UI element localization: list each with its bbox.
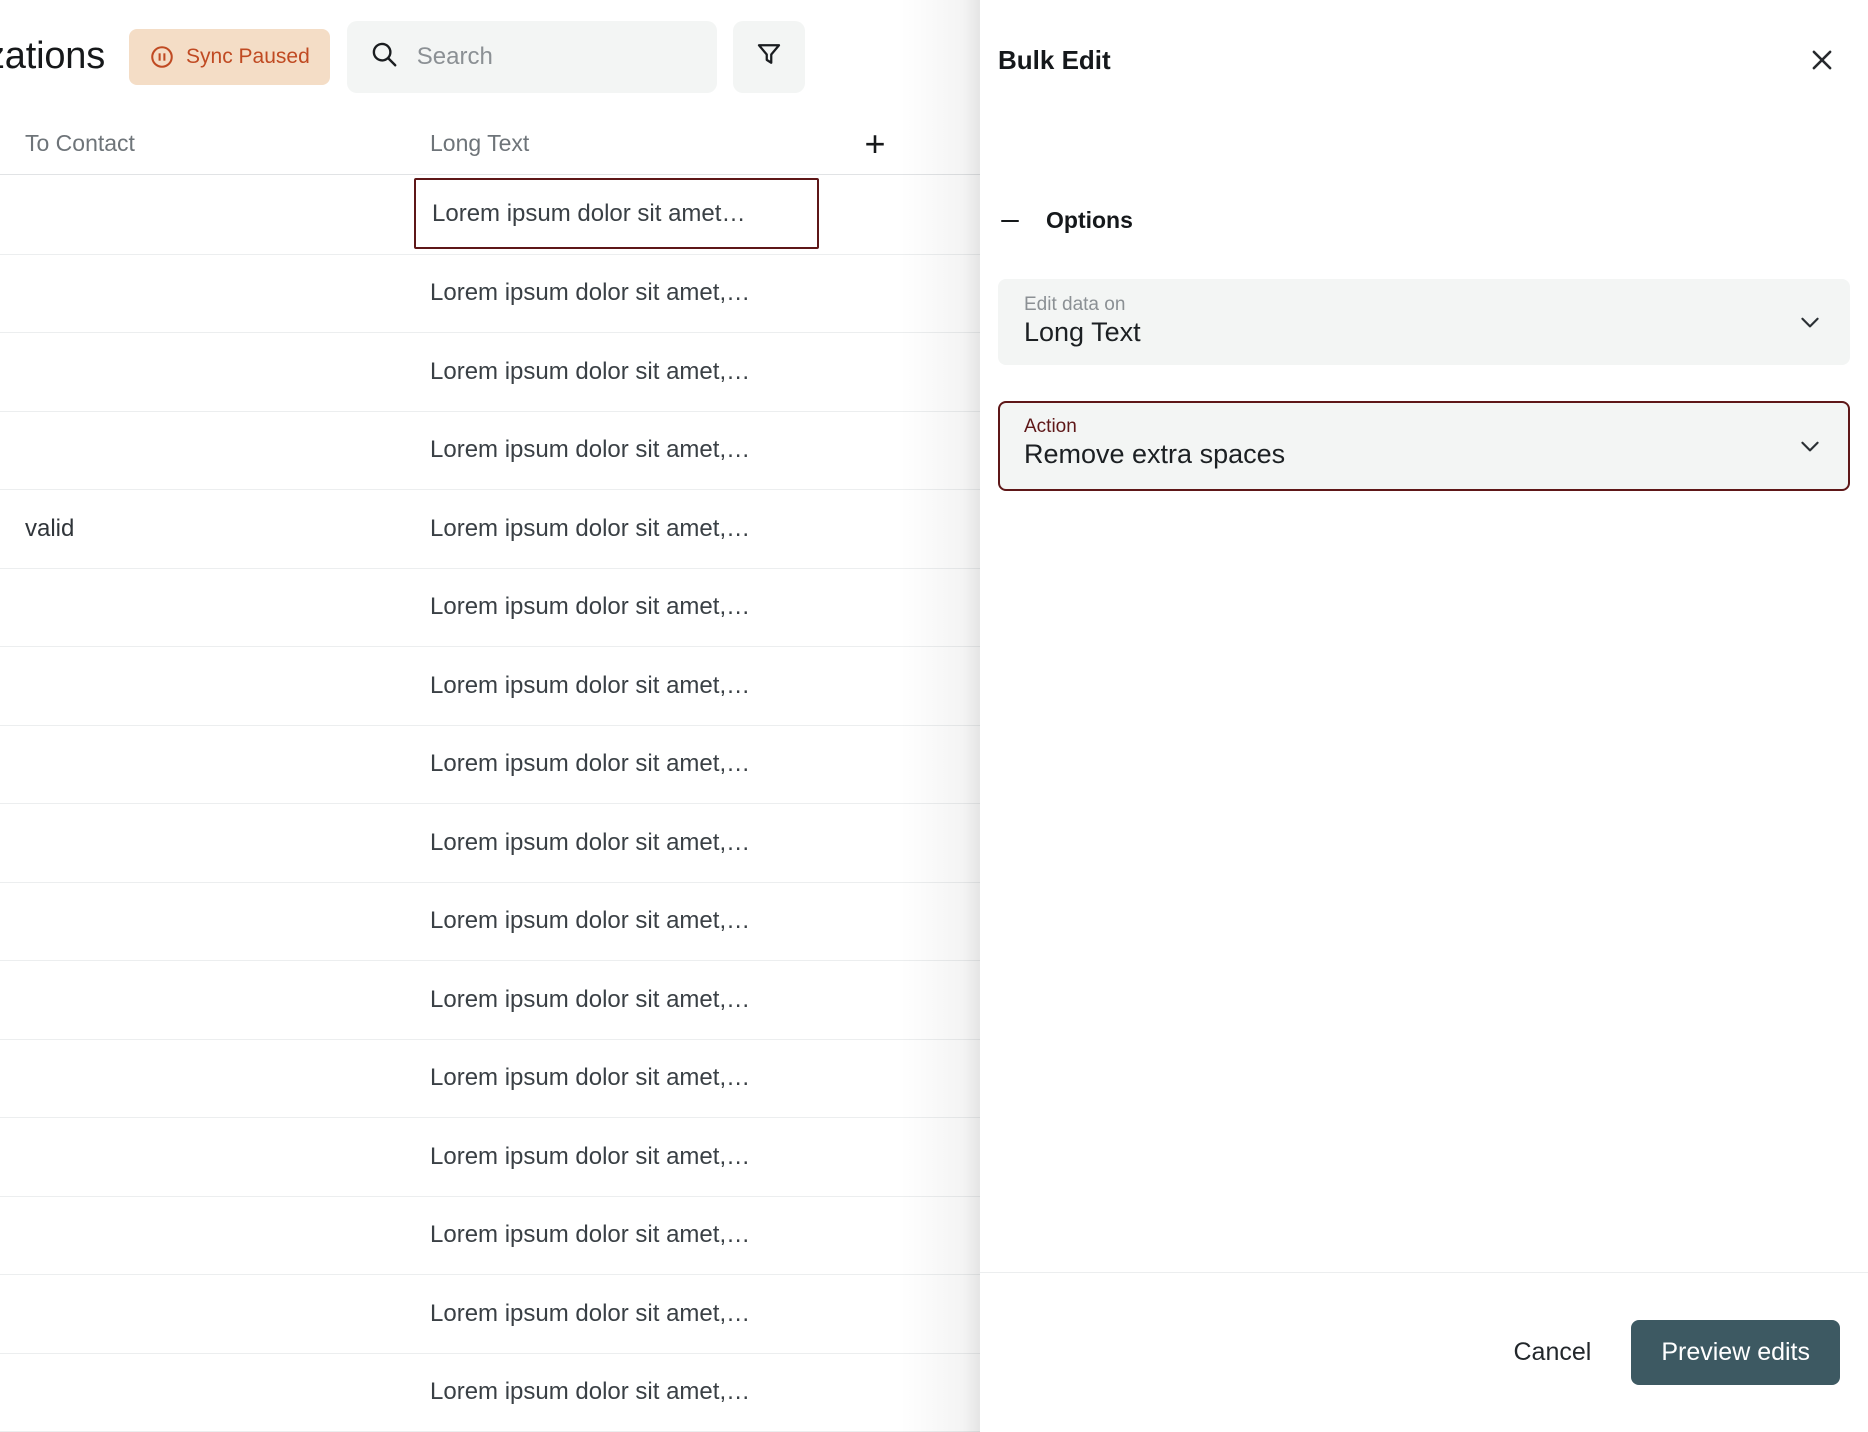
filter-button[interactable] — [732, 20, 805, 93]
cell-long-text[interactable]: Lorem ipsum dolor sit amet,… — [430, 593, 835, 621]
table-row[interactable]: Lorem ipsum dolor sit amet,… — [0, 333, 980, 412]
close-button[interactable] — [1800, 40, 1844, 84]
cancel-button[interactable]: Cancel — [1492, 1324, 1614, 1381]
cell-long-text[interactable]: Lorem ipsum dolor sit amet,… — [430, 279, 835, 307]
table-row[interactable]: Lorem ipsum dolor sit amet… — [0, 176, 980, 255]
action-label: Action — [1024, 416, 1077, 437]
close-icon — [1807, 45, 1837, 80]
minus-icon — [998, 209, 1022, 233]
options-section-header[interactable]: Options — [998, 207, 1133, 234]
drawer-footer: Cancel Preview edits — [980, 1272, 1868, 1432]
toolbar: zations Sync Paused — [0, 0, 980, 113]
table-rows: Lorem ipsum dolor sit amet… Lorem ipsum d… — [0, 176, 980, 1432]
action-value: Remove extra spaces — [1024, 439, 1286, 469]
cell-long-text[interactable]: Lorem ipsum dolor sit amet,… — [430, 986, 835, 1014]
sync-status-label: Sync Paused — [186, 44, 310, 68]
bulk-edit-drawer: Bulk Edit Options Edit data on Long Text… — [980, 0, 1868, 1432]
table-row[interactable]: valid Lorem ipsum dolor sit amet,… — [0, 490, 980, 569]
filter-funnel-icon — [754, 39, 784, 74]
table-row[interactable]: Lorem ipsum dolor sit amet,… — [0, 568, 980, 647]
cell-long-text-selected[interactable]: Lorem ipsum dolor sit amet… — [414, 178, 819, 249]
cell-long-text[interactable]: Lorem ipsum dolor sit amet,… — [430, 1064, 835, 1092]
cell-long-text[interactable]: Lorem ipsum dolor sit amet,… — [430, 358, 835, 386]
cell-long-text[interactable]: Lorem ipsum dolor sit amet,… — [430, 1378, 835, 1406]
options-label: Options — [1046, 207, 1133, 233]
cell-long-text[interactable]: Lorem ipsum dolor sit amet,… — [430, 1221, 835, 1249]
table-row[interactable]: Lorem ipsum dolor sit amet,… — [0, 411, 980, 490]
table-row[interactable]: Lorem ipsum dolor sit amet,… — [0, 882, 980, 961]
cell-long-text[interactable]: Lorem ipsum dolor sit amet,… — [430, 907, 835, 935]
chevron-down-icon — [1796, 432, 1824, 460]
chevron-down-icon — [1796, 308, 1824, 336]
table-row[interactable]: Lorem ipsum dolor sit amet,… — [0, 1275, 980, 1354]
page-title: zations — [0, 35, 106, 77]
drawer-title: Bulk Edit — [998, 45, 1111, 75]
pause-circle-icon — [149, 44, 175, 70]
table-row[interactable]: Lorem ipsum dolor sit amet,… — [0, 804, 980, 883]
drawer-header: Bulk Edit — [980, 0, 1868, 120]
column-header-to-contact[interactable]: To Contact — [25, 130, 135, 157]
table-pane: zations Sync Paused — [0, 0, 980, 1432]
table-row[interactable]: Lorem ipsum dolor sit amet,… — [0, 1118, 980, 1197]
search-input[interactable]: Search — [346, 20, 717, 93]
table-row[interactable]: Lorem ipsum dolor sit amet,… — [0, 961, 980, 1040]
cell-long-text[interactable]: Lorem ipsum dolor sit amet,… — [430, 515, 835, 543]
edit-data-on-value: Long Text — [1024, 317, 1141, 347]
app-root: zations Sync Paused — [0, 0, 1868, 1432]
cell-long-text[interactable]: Lorem ipsum dolor sit amet,… — [430, 750, 835, 778]
cell-long-text: Lorem ipsum dolor sit amet… — [432, 200, 746, 227]
column-header-long-text[interactable]: Long Text — [430, 130, 529, 157]
edit-data-on-label: Edit data on — [1024, 294, 1126, 315]
table-row[interactable]: Lorem ipsum dolor sit amet,… — [0, 725, 980, 804]
sync-status-badge[interactable]: Sync Paused — [129, 28, 330, 85]
edit-data-on-select[interactable]: Edit data on Long Text — [998, 279, 1850, 365]
table-row[interactable]: Lorem ipsum dolor sit amet,… — [0, 647, 980, 726]
cell-long-text[interactable]: Lorem ipsum dolor sit amet,… — [430, 672, 835, 700]
table-row[interactable]: Lorem ipsum dolor sit amet,… — [0, 1039, 980, 1118]
table-row[interactable]: Lorem ipsum dolor sit amet,… — [0, 1196, 980, 1275]
cell-long-text[interactable]: Lorem ipsum dolor sit amet,… — [430, 1143, 835, 1171]
action-select[interactable]: Action Remove extra spaces — [998, 401, 1850, 491]
table-row[interactable]: Lorem ipsum dolor sit amet,… — [0, 1353, 980, 1432]
cell-long-text[interactable]: Lorem ipsum dolor sit amet,… — [430, 1300, 835, 1328]
table-column-header: To Contact Long Text + — [0, 113, 980, 175]
add-column-button[interactable]: + — [855, 124, 895, 164]
table-row[interactable]: Lorem ipsum dolor sit amet,… — [0, 254, 980, 333]
search-icon — [369, 39, 399, 74]
cell-to-contact[interactable]: valid — [25, 515, 74, 543]
cell-long-text[interactable]: Lorem ipsum dolor sit amet,… — [430, 436, 835, 464]
preview-edits-button[interactable]: Preview edits — [1631, 1320, 1840, 1385]
search-placeholder: Search — [416, 42, 493, 70]
cell-long-text[interactable]: Lorem ipsum dolor sit amet,… — [430, 829, 835, 857]
